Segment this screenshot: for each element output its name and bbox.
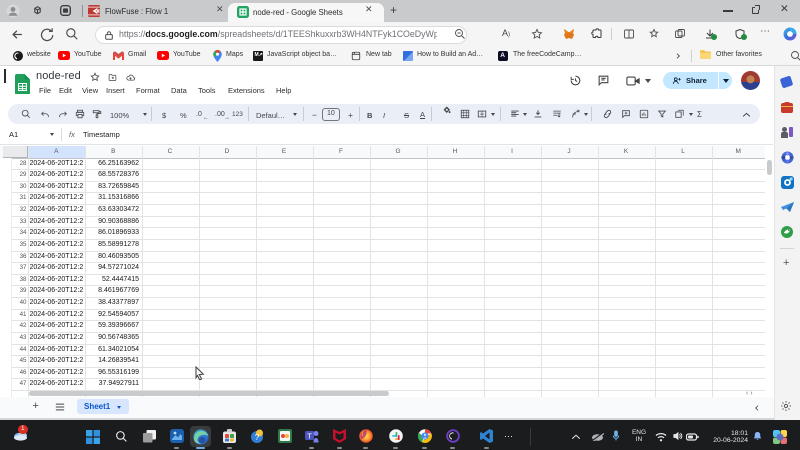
svg-text:?: ?: [255, 433, 260, 442]
svg-text:T: T: [307, 432, 312, 441]
